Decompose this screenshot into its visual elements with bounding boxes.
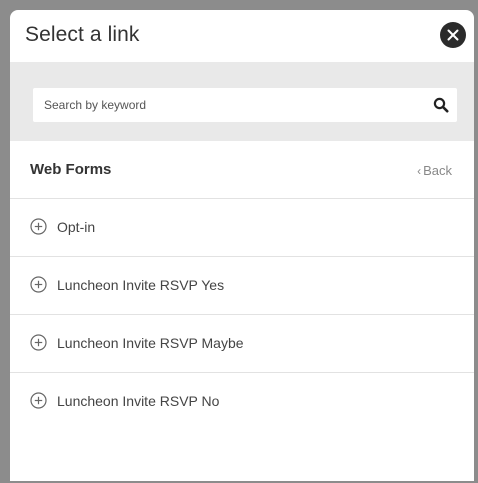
dialog-title: Select a link [25,23,140,46]
list-item-opt-in[interactable]: Opt-in [10,199,474,257]
plus-circle-icon [30,276,47,293]
close-button[interactable] [440,22,466,48]
section-title: Web Forms [30,161,112,178]
select-link-dialog: Select a link Web Forms ‹Back [10,10,474,481]
list-item-rsvp-yes[interactable]: Luncheon Invite RSVP Yes [10,257,474,315]
dialog-header: Select a link [10,10,474,62]
plus-circle-icon [30,218,47,235]
section-header: Web Forms ‹ Back [10,141,474,199]
list-item-rsvp-maybe[interactable]: Luncheon Invite RSVP Maybe [10,315,474,373]
back-link-label: Back [423,163,452,178]
list-item-label: Luncheon Invite RSVP No [57,393,220,409]
link-list: Opt-in Luncheon Invite RSVP Yes Luncheon… [10,199,474,430]
search-box [33,88,457,122]
back-link[interactable]: ‹ Back [417,163,452,178]
plus-circle-icon [30,334,47,351]
search-icon[interactable] [433,97,449,113]
search-area [10,62,474,141]
plus-circle-icon [30,392,47,409]
list-item-label: Luncheon Invite RSVP Maybe [57,335,244,351]
list-item-rsvp-no[interactable]: Luncheon Invite RSVP No [10,373,474,430]
close-icon [447,29,459,41]
search-input[interactable] [33,88,413,122]
chevron-left-icon: ‹ [417,164,422,178]
list-item-label: Luncheon Invite RSVP Yes [57,277,225,293]
list-item-label: Opt-in [57,219,96,235]
